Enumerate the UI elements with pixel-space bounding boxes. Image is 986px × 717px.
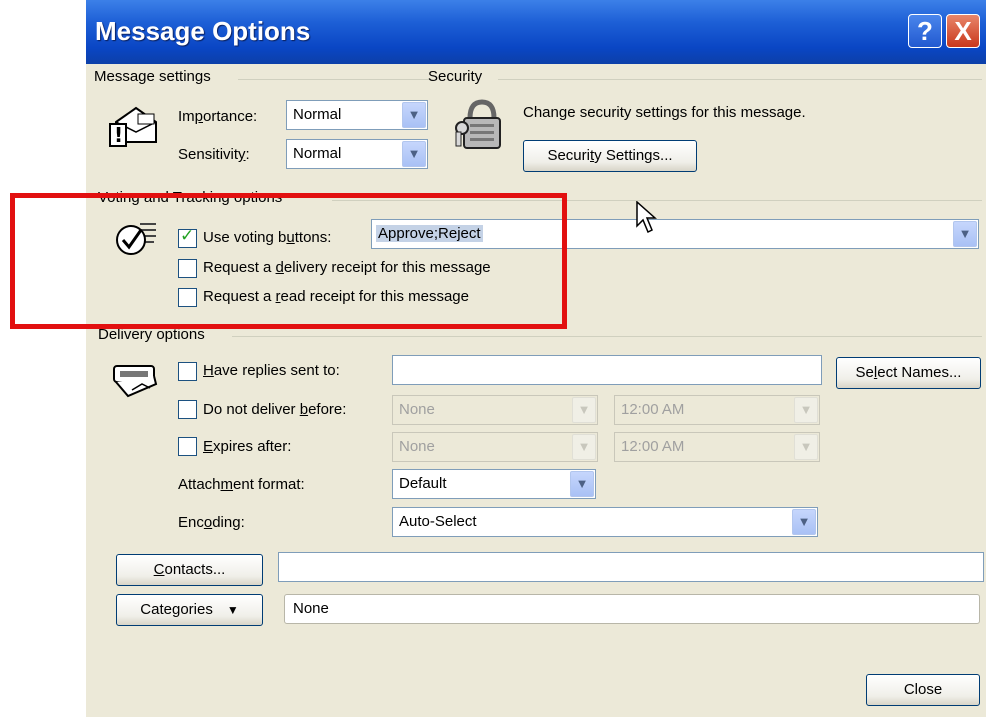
dialog-title: Message Options — [95, 16, 311, 46]
chevron-down-icon[interactable]: ▼ — [572, 434, 596, 460]
contacts-button[interactable]: Contacts... — [116, 554, 263, 586]
importance-envelope-icon: ! — [109, 106, 157, 147]
lock-keys-icon — [455, 99, 501, 149]
importance-label: Importance: — [178, 108, 258, 125]
chevron-down-icon[interactable]: ▼ — [570, 471, 594, 497]
do-not-deliver-label: Do not deliver before: — [203, 401, 347, 418]
chevron-down-icon[interactable]: ▼ — [572, 397, 596, 423]
select-names-button[interactable]: Select Names... — [836, 357, 981, 389]
not-before-date-value: None — [399, 401, 435, 418]
importance-value: Normal — [293, 106, 342, 123]
chevron-down-icon[interactable]: ▼ — [794, 434, 818, 460]
chevron-down-icon[interactable]: ▼ — [794, 397, 818, 423]
annotation-highlight-box — [10, 193, 567, 329]
replies-to-input[interactable] — [392, 355, 822, 385]
chevron-down-icon[interactable]: ▼ — [402, 141, 426, 167]
security-description: Change security settings for this messag… — [523, 104, 806, 121]
mouse-pointer-icon — [636, 201, 657, 234]
expires-time-select[interactable]: 12:00 AM ▼ — [614, 432, 820, 462]
have-replies-label: Have replies sent to: — [203, 362, 340, 379]
security-divider — [498, 79, 982, 80]
close-window-button[interactable]: X — [946, 14, 980, 48]
categories-value: None — [293, 600, 329, 617]
chevron-down-icon[interactable]: ▼ — [402, 102, 426, 128]
expires-after-checkbox[interactable] — [178, 437, 197, 456]
encoding-label: Encoding: — [178, 514, 245, 531]
title-bar: Message Options ? X — [86, 0, 986, 64]
sensitivity-value: Normal — [293, 145, 342, 162]
have-replies-checkbox[interactable] — [178, 362, 197, 381]
attachment-format-value: Default — [399, 475, 447, 492]
encoding-value: Auto-Select — [399, 513, 477, 530]
not-before-date-select[interactable]: None ▼ — [392, 395, 598, 425]
not-before-time-value: 12:00 AM — [621, 401, 685, 418]
chevron-down-icon[interactable]: ▼ — [953, 221, 977, 247]
sensitivity-select[interactable]: Normal ▼ — [286, 139, 428, 169]
attachment-format-select[interactable]: Default ▼ — [392, 469, 596, 499]
security-header: Security — [428, 68, 483, 85]
message-settings-header: Message settings — [94, 68, 211, 85]
attachment-format-label: Attachment format: — [178, 476, 305, 493]
security-settings-button[interactable]: Security Settings... — [523, 140, 697, 172]
delivery-hand-envelope-icon — [113, 365, 158, 398]
chevron-down-icon[interactable]: ▼ — [792, 509, 816, 535]
not-before-time-select[interactable]: 12:00 AM ▼ — [614, 395, 820, 425]
do-not-deliver-checkbox[interactable] — [178, 400, 197, 419]
expires-date-value: None — [399, 438, 435, 455]
sensitivity-label: Sensitivity: — [178, 146, 250, 163]
encoding-select[interactable]: Auto-Select ▼ — [392, 507, 818, 537]
categories-input[interactable]: None — [284, 594, 980, 624]
expires-time-value: 12:00 AM — [621, 438, 685, 455]
expires-date-select[interactable]: None ▼ — [392, 432, 598, 462]
categories-button[interactable]: Categories ▼ — [116, 594, 263, 626]
svg-text:!: ! — [114, 123, 123, 147]
delivery-divider — [232, 336, 982, 337]
importance-select[interactable]: Normal ▼ — [286, 100, 428, 130]
expires-after-label: Expires after: — [203, 438, 292, 455]
help-button[interactable]: ? — [908, 14, 942, 48]
message-options-dialog: Message Options ? X Message settings ! I… — [86, 0, 986, 717]
message-settings-divider — [238, 79, 430, 80]
close-button[interactable]: Close — [866, 674, 980, 706]
dropdown-arrow-icon: ▼ — [226, 603, 239, 617]
contacts-input[interactable] — [278, 552, 984, 582]
